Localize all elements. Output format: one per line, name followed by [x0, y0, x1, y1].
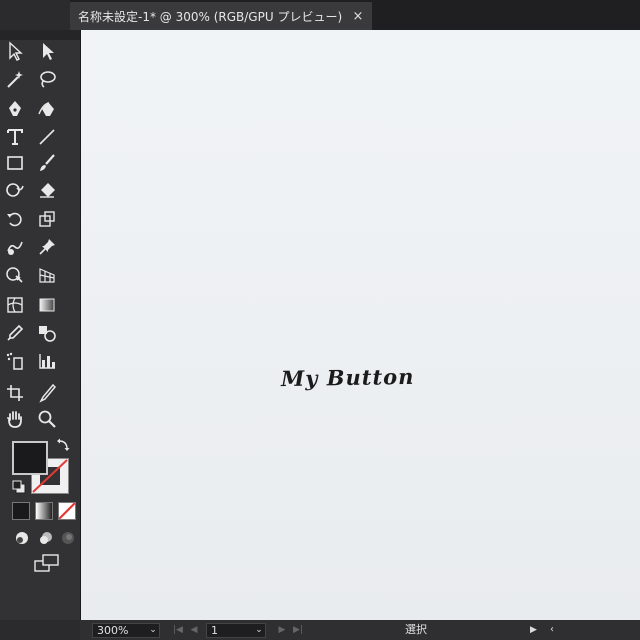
shaper-tool[interactable] — [2, 177, 28, 203]
puppet-warp-tool[interactable] — [34, 234, 60, 260]
shape-builder-tool[interactable] — [2, 262, 28, 288]
current-tool-status[interactable]: 選択 — [405, 623, 427, 637]
artboard-canvas[interactable]: My Button — [81, 30, 640, 620]
scale-tool[interactable] — [34, 206, 60, 232]
selection-tool[interactable] — [2, 38, 28, 64]
type-icon — [7, 129, 23, 145]
first-artboard-icon[interactable]: |◀ — [172, 623, 184, 637]
document-tab-bar: 名称未設定-1* @ 300% (RGB/GPU プレビュー) × — [70, 0, 640, 30]
line-icon — [39, 129, 55, 145]
line-segment-tool[interactable] — [34, 124, 60, 150]
gradient-icon — [39, 298, 55, 312]
document-tab[interactable]: 名称未設定-1* @ 300% (RGB/GPU プレビュー) × — [70, 2, 372, 30]
close-icon[interactable]: × — [348, 2, 368, 30]
slice-icon — [39, 383, 57, 403]
rectangle-tool[interactable] — [2, 150, 28, 176]
mesh-tool[interactable] — [2, 292, 28, 318]
blend-icon — [39, 326, 56, 342]
direct-selection-tool[interactable] — [34, 38, 60, 64]
artboard-dropdown-chevron-icon[interactable]: ⌄ — [252, 623, 266, 637]
pen-icon — [9, 101, 21, 116]
gradient-mode-button[interactable] — [35, 502, 53, 520]
column-graph-tool[interactable] — [34, 348, 60, 374]
mesh-icon — [7, 297, 23, 313]
magic-wand-tool[interactable] — [2, 66, 28, 92]
draw-inside-icon[interactable] — [60, 530, 76, 546]
screen-mode-icon[interactable] — [34, 554, 60, 572]
brush-icon — [40, 154, 55, 171]
swap-fill-stroke-icon[interactable] — [56, 438, 70, 452]
slice-tool[interactable] — [34, 380, 60, 406]
pin-icon — [39, 239, 55, 255]
color-mode-button[interactable] — [12, 502, 30, 520]
zoom-dropdown-chevron-icon[interactable]: ⌄ — [146, 623, 160, 637]
status-bar: 300% ⌄ |◀ ◀ 1 ⌄ ▶ ▶| 選択 ▶ ‹ — [80, 620, 640, 640]
eyedropper-tool[interactable] — [2, 320, 28, 346]
arrow-outline-icon — [9, 41, 23, 61]
symbol-sprayer-icon — [6, 352, 23, 370]
collapse-chevron-icon[interactable]: ‹ — [550, 623, 562, 637]
warp-icon — [7, 241, 23, 255]
eyedropper-icon — [7, 324, 24, 341]
zoom-tool[interactable] — [34, 406, 60, 432]
tools-panel — [0, 30, 81, 620]
lasso-tool[interactable] — [34, 66, 60, 92]
curvature-tool[interactable] — [34, 96, 60, 122]
magic-wand-icon — [7, 71, 23, 88]
last-artboard-icon[interactable]: ▶| — [292, 623, 304, 637]
shaper-icon — [6, 183, 24, 197]
curvature-pen-icon — [38, 102, 54, 116]
paintbrush-tool[interactable] — [34, 150, 60, 176]
pen-tool[interactable] — [2, 96, 28, 122]
blend-tool[interactable] — [34, 320, 60, 346]
perspective-grid-tool[interactable] — [34, 262, 60, 288]
artboard-icon — [7, 385, 23, 401]
scale-icon — [39, 211, 55, 227]
none-slash-icon — [59, 503, 75, 519]
warp-tool[interactable] — [2, 234, 28, 260]
type-tool[interactable] — [2, 124, 28, 150]
none-mode-button[interactable] — [58, 502, 76, 520]
none-slash-icon — [32, 459, 68, 493]
eraser-tool[interactable] — [34, 177, 60, 203]
rotate-tool[interactable] — [2, 206, 28, 232]
rectangle-icon — [7, 156, 23, 170]
bar-graph-icon — [39, 354, 55, 369]
perspective-grid-icon — [39, 268, 55, 283]
artboard-tool[interactable] — [2, 380, 28, 406]
draw-behind-icon[interactable] — [38, 530, 54, 546]
eraser-icon — [40, 183, 55, 198]
default-colors-icon[interactable] — [12, 480, 26, 494]
play-icon[interactable]: ▶ — [530, 623, 542, 637]
previous-artboard-icon[interactable]: ◀ — [188, 623, 200, 637]
hand-icon — [7, 411, 22, 428]
canvas-text-object[interactable]: My Button — [281, 364, 415, 391]
next-artboard-icon[interactable]: ▶ — [276, 623, 288, 637]
hand-tool[interactable] — [2, 406, 28, 432]
gradient-tool[interactable] — [34, 292, 60, 318]
lasso-icon — [40, 71, 56, 88]
rotate-icon — [7, 212, 22, 227]
draw-normal-icon[interactable] — [14, 530, 30, 546]
symbol-sprayer-tool[interactable] — [2, 348, 28, 374]
document-tab-title: 名称未設定-1* @ 300% (RGB/GPU プレビュー) — [78, 9, 343, 24]
arrow-solid-icon — [43, 43, 54, 60]
shape-builder-icon — [6, 267, 23, 283]
magnifier-icon — [38, 410, 56, 428]
